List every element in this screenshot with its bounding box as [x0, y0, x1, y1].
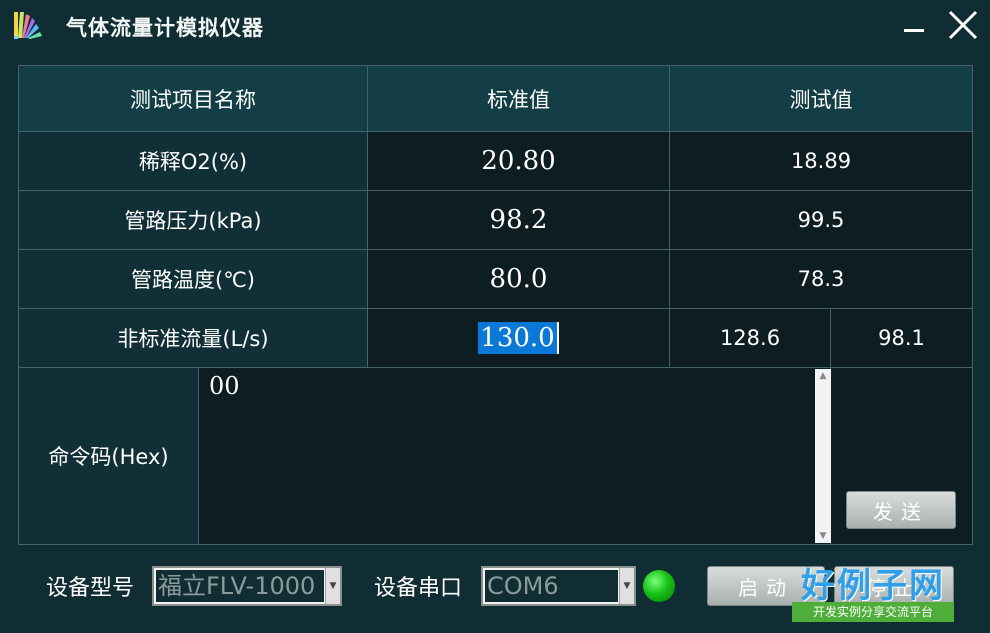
measured-pressure: 99.5	[670, 191, 972, 250]
standard-pressure-input[interactable]: 98.2	[368, 191, 670, 250]
device-port-value: COM6	[485, 570, 618, 602]
title-bar: 气体流量计模拟仪器	[0, 0, 990, 52]
send-button[interactable]: 发送	[846, 491, 956, 529]
status-led-icon	[643, 570, 675, 602]
device-port-select[interactable]: COM6 ▼	[481, 566, 636, 606]
command-text: 00	[209, 372, 240, 400]
header-item-name: 测试项目名称	[19, 66, 368, 132]
start-button[interactable]: 启动	[707, 566, 825, 606]
stop-button[interactable]: 停止	[834, 566, 954, 606]
row-label-temperature: 管路温度(℃)	[19, 250, 368, 309]
measurement-table: 测试项目名称 标准值 测试值 稀释O2(%) 20.80 18.89 管路压力(…	[18, 65, 973, 545]
chevron-down-icon[interactable]: ▼	[619, 568, 634, 604]
measured-o2: 18.89	[670, 132, 972, 191]
chevron-down-icon[interactable]: ▼	[325, 568, 340, 604]
standard-temperature-input[interactable]: 80.0	[368, 250, 670, 309]
scroll-up-icon[interactable]: ▲	[815, 369, 831, 383]
row-label-pressure: 管路压力(kPa)	[19, 191, 368, 250]
device-model-label: 设备型号	[46, 576, 135, 601]
measured-flow-secondary: 98.1	[831, 309, 972, 368]
device-model-select[interactable]: 福立FLV-1000 ▼	[152, 566, 342, 606]
scroll-down-icon[interactable]: ▼	[815, 529, 831, 543]
measured-temperature: 78.3	[670, 250, 972, 309]
device-model-value: 福立FLV-1000	[156, 570, 324, 602]
device-port-label: 设备串口	[374, 576, 463, 601]
header-standard: 标准值	[368, 66, 670, 132]
standard-flow-input[interactable]: 130.0	[368, 309, 670, 368]
minimize-button[interactable]	[898, 10, 930, 40]
standard-o2-input[interactable]: 20.80	[368, 132, 670, 191]
command-label: 命令码(Hex)	[19, 368, 199, 544]
selected-text: 130.0	[478, 322, 559, 354]
close-icon[interactable]	[944, 6, 982, 44]
command-textarea[interactable]: 00	[199, 368, 831, 544]
header-measured: 测试值	[670, 66, 972, 132]
measured-flow: 128.6	[670, 309, 831, 368]
window-title: 气体流量计模拟仪器	[66, 16, 264, 40]
row-label-o2: 稀释O2(%)	[19, 132, 368, 191]
command-scrollbar[interactable]: ▲ ▼	[815, 369, 831, 543]
app-logo-icon	[14, 12, 42, 39]
row-label-flow: 非标准流量(L/s)	[19, 309, 368, 368]
